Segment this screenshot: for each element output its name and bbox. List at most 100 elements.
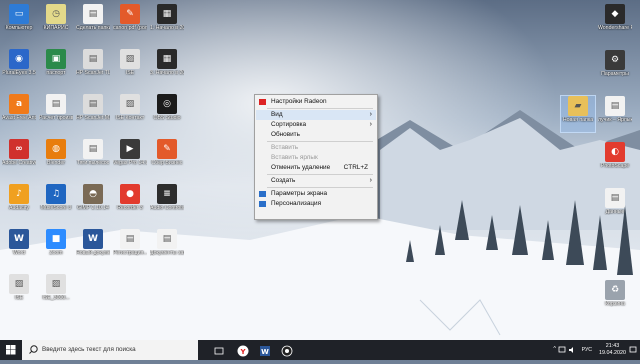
document-icon: ▤: [83, 139, 103, 159]
volume-icon[interactable]: [568, 346, 576, 354]
desktop-icon[interactable]: ✎canon pdf (ролики): [113, 4, 147, 40]
desktop-icon[interactable]: ▤ Сделать папки: [76, 4, 110, 40]
desktop-icon[interactable]: ≡ Audio Controls: [150, 184, 184, 220]
context-menu-item[interactable]: Вставить ярлык: [256, 153, 376, 163]
desktop-icon-label: GIMP 2.10.14: [77, 205, 109, 211]
desktop-icon[interactable]: ⚙ Параметры: [598, 50, 632, 86]
desktop-icon[interactable]: ♪ Audacity: [2, 184, 36, 220]
desktop-icon[interactable]: ▤HP ScanJet TLE...: [76, 49, 110, 85]
ise-icon: ▨: [120, 49, 140, 69]
desktop-icon-label: HP ScanJet M100 M200: [76, 115, 110, 121]
desktop-icon[interactable]: ▤Документы заявки: [150, 229, 184, 265]
desktop-icon-label: Компьютер: [5, 25, 33, 31]
desktop-icon[interactable]: ▦3. Начало в 2020...: [150, 49, 184, 85]
submenu-arrow-icon: ›: [369, 121, 372, 128]
context-menu-item[interactable]: Параметры экрана: [256, 189, 376, 199]
taskbar: Введите здесь текст для поиска Y W ^ РУС…: [0, 340, 640, 360]
desktop-icon[interactable]: ◐ PhotoScape: [598, 142, 632, 178]
desktop-icon[interactable]: WНовый документ...: [76, 229, 110, 265]
desktop-icon[interactable]: ■ Zoom: [39, 229, 73, 265]
desktop-icon[interactable]: ▭ Компьютер: [2, 4, 36, 40]
language-indicator[interactable]: РУС: [582, 347, 592, 353]
desktop-icon-label: ISE: [125, 70, 135, 76]
context-menu-item[interactable]: Создать ›: [256, 176, 376, 186]
tray-chevron-icon[interactable]: ^: [553, 346, 556, 352]
pdf-icon: ✎: [120, 4, 140, 24]
desktop-icon[interactable]: ● Recorder 3: [113, 184, 147, 220]
desktop-icon-label: PhotoScape: [600, 163, 630, 169]
word-icon: W: [260, 346, 270, 356]
display-settings-icon: [259, 191, 266, 197]
desktop-icon-label: Новый документ...: [76, 250, 110, 256]
context-menu-item[interactable]: Сортировка ›: [256, 120, 376, 130]
ise-icon: ▨: [46, 274, 66, 294]
desktop-icon[interactable]: ◎ OBS Studio: [150, 94, 184, 130]
radeon-icon: [259, 99, 266, 105]
context-menu-item[interactable]: Вставить: [256, 143, 376, 153]
desktop-icon[interactable]: ▨ ISE: [2, 274, 36, 310]
taskbar-search-box[interactable]: Введите здесь текст для поиска: [22, 340, 198, 360]
desktop-icon[interactable]: ▤Расчет производ...: [39, 94, 73, 130]
ise-icon: ▨: [120, 94, 140, 114]
svg-text:W: W: [261, 348, 269, 356]
desktop-icon-label: PluralEyes 3.5: [2, 70, 36, 76]
word-icon: W: [83, 229, 103, 249]
windows-logo-icon: [6, 345, 16, 355]
desktop-icon-label: Сделать папки: [76, 25, 110, 31]
desktop-context-menu: Настройки Radeon Вид › Сортировка › Обновить В…: [254, 94, 378, 220]
recycle-bin-icon: ♻: [605, 280, 625, 300]
context-menu-item[interactable]: Отменить удаление CTRL+Z: [256, 163, 376, 173]
desktop-icon[interactable]: ▨ ISE: [113, 49, 147, 85]
desktop-icon[interactable]: ▶ Vegas Pro 14.0: [113, 139, 147, 175]
task-view-button[interactable]: [212, 343, 226, 357]
scanner-icon: ▤: [83, 49, 103, 69]
desktop-icon[interactable]: ▤HP ScanJet M100 M200: [76, 94, 110, 130]
desktop-icon[interactable]: ◍ Blender: [39, 139, 73, 175]
desktop-icon[interactable]: ◷ КИПАРИС: [39, 4, 73, 40]
menu-item-label: Настройки Radeon: [271, 98, 327, 105]
desktop-icon[interactable]: ▣ паспорт: [39, 49, 73, 85]
desktop-icon[interactable]: ✎ Сбер Бизнес: [150, 139, 184, 175]
desktop-icon[interactable]: ▰ Новая папка: [560, 95, 596, 133]
desktop-icon[interactable]: ▤ лучик – Ярлык: [598, 96, 632, 132]
blender-icon: ◍: [46, 139, 66, 159]
taskbar-yandex-button[interactable]: Y: [236, 343, 250, 357]
desktop-icon[interactable]: ◓ GIMP 2.10.14: [76, 184, 110, 220]
audio-controls-icon: ≡: [157, 184, 177, 204]
desktop-icon[interactable]: ∞Adobe Creative...: [2, 139, 36, 175]
personalize-icon: [259, 201, 266, 207]
context-menu-item[interactable]: Вид ›: [256, 110, 376, 120]
desktop-icon[interactable]: ▤ Тяги пылесос: [76, 139, 110, 175]
desktop-icon-label: Данные: [605, 209, 625, 215]
video-file-icon: ▦: [157, 4, 177, 24]
desktop-icon[interactable]: ♫ MuseScore 3: [39, 184, 73, 220]
obs-icon: [281, 345, 293, 357]
desktop-icon[interactable]: ♻ Корзина: [598, 280, 632, 316]
desktop-icon[interactable]: ◆Wondershare Filmora9: [598, 4, 632, 40]
obs-icon: ◎: [157, 94, 177, 114]
menu-separator: [267, 174, 373, 175]
desktop-icon[interactable]: ▨ ISE Контакт: [113, 94, 147, 130]
context-menu-item[interactable]: Настройки Radeon: [256, 97, 376, 107]
context-menu-item[interactable]: Обновить: [256, 130, 376, 140]
notification-icon[interactable]: [629, 346, 637, 354]
desktop-icon[interactable]: ▤ Данные: [598, 188, 632, 224]
desktop-icon[interactable]: W Word: [2, 229, 36, 265]
desktop-icon[interactable]: ▤ Регистрация...: [113, 229, 147, 265]
desktop-icon-label: canon pdf (ролики): [113, 25, 147, 31]
desktop-icon-label: Тяги пылесос: [76, 160, 110, 166]
taskbar-word-button[interactable]: W: [258, 343, 272, 357]
desktop-icon[interactable]: ◉ PluralEyes 3.5: [2, 49, 36, 85]
desktop-icon[interactable]: aAvast Free Antivirus: [2, 94, 36, 130]
word-icon: W: [9, 229, 29, 249]
desktop-icon-label: Word: [12, 250, 26, 256]
desktop-icon[interactable]: ▨ ISE_3000...: [39, 274, 73, 310]
taskbar-clock[interactable]: 21:43 19.04.2020: [599, 343, 626, 356]
desktop-icon[interactable]: ▦1. Начало в 2020...: [150, 4, 184, 40]
network-icon[interactable]: [558, 346, 566, 354]
passport-icon: ▣: [46, 49, 66, 69]
desktop-icon-label: Регистрация...: [113, 250, 147, 256]
taskbar-obs-button[interactable]: [280, 343, 294, 357]
context-menu-item[interactable]: Персонализация: [256, 199, 376, 209]
start-button[interactable]: [0, 340, 22, 360]
